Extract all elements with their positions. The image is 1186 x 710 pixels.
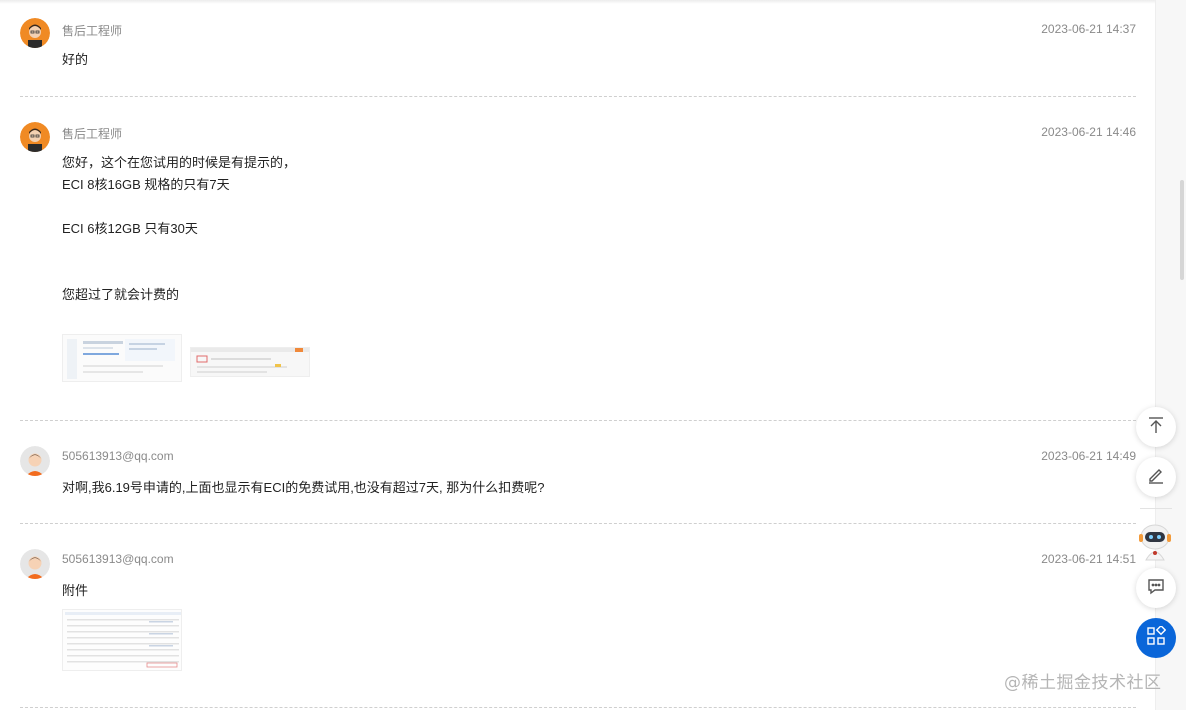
message-body: 好的: [62, 49, 88, 71]
message-time: 2023-06-21 14:51: [1041, 552, 1136, 566]
message-time: 2023-06-21 14:37: [1041, 22, 1136, 36]
message-text: 您超过了就会计费的: [62, 287, 180, 302]
robot-assistant-icon: [1134, 524, 1176, 566]
attachment-thumbnail[interactable]: [62, 609, 182, 671]
message-text: 您好，这个在您试用的时候是有提示的，: [62, 155, 297, 170]
message-author: 505613913@qq.com: [62, 552, 174, 566]
arrow-up-to-top-icon: [1147, 416, 1165, 439]
message-item: 505613913@qq.com 2023-06-21 14:49 对啊,我6.…: [20, 421, 1136, 524]
message-text: 附件: [62, 583, 89, 598]
message-body: 附件: [62, 580, 88, 602]
message-body: 对啊,我6.19号申请的,上面也显示有ECI的免费试用,也没有超过7天, 那为什…: [62, 477, 545, 499]
user-avatar: [20, 446, 50, 476]
message-body: 您好，这个在您试用的时候是有提示的， ECI 8核16GB 规格的只有7天 EC…: [62, 152, 296, 306]
message-text: 好的: [62, 52, 89, 67]
ticket-conversation: 售后工程师 2023-06-21 14:37 好的 售后工程师 2023-06-…: [20, 0, 1136, 708]
message-text: 对啊,我6.19号申请的,上面也显示有ECI的免费试用,也没有超过7天, 那为什…: [62, 480, 545, 495]
pen-edit-icon: [1147, 466, 1165, 489]
user-avatar: [20, 549, 50, 579]
edit-button[interactable]: [1136, 457, 1176, 497]
engineer-avatar: [20, 122, 50, 152]
apps-grid-icon: [1146, 624, 1167, 651]
chat-button[interactable]: [1136, 568, 1176, 608]
assistant-button[interactable]: [1134, 520, 1176, 562]
watermark: @稀土掘金技术社区: [1004, 673, 1162, 693]
message-author: 售后工程师: [62, 24, 123, 38]
message-text: ECI 6核12GB 只有30天: [62, 221, 198, 236]
scrollbar-thumb[interactable]: [1180, 180, 1184, 280]
attachment-thumbnail[interactable]: [62, 334, 182, 382]
tool-divider: [1140, 508, 1172, 509]
chat-bubble-icon: [1147, 577, 1165, 600]
message-author: 售后工程师: [62, 127, 123, 141]
attachment-thumbnail[interactable]: [190, 347, 310, 377]
message-time: 2023-06-21 14:49: [1041, 449, 1136, 463]
engineer-avatar: [20, 18, 50, 48]
message-text: ECI 8核16GB 规格的只有7天: [62, 177, 230, 192]
message-author: 505613913@qq.com: [62, 449, 174, 463]
message-time: 2023-06-21 14:46: [1041, 125, 1136, 139]
apps-button[interactable]: [1136, 618, 1176, 658]
message-item: 505613913@qq.com 2023-06-21 14:51 附件: [20, 524, 1136, 708]
message-item: 售后工程师 2023-06-21 14:37 好的: [20, 0, 1136, 97]
back-to-top-button[interactable]: [1136, 407, 1176, 447]
message-item: 售后工程师 2023-06-21 14:46 您好，这个在您试用的时候是有提示的…: [20, 97, 1136, 421]
